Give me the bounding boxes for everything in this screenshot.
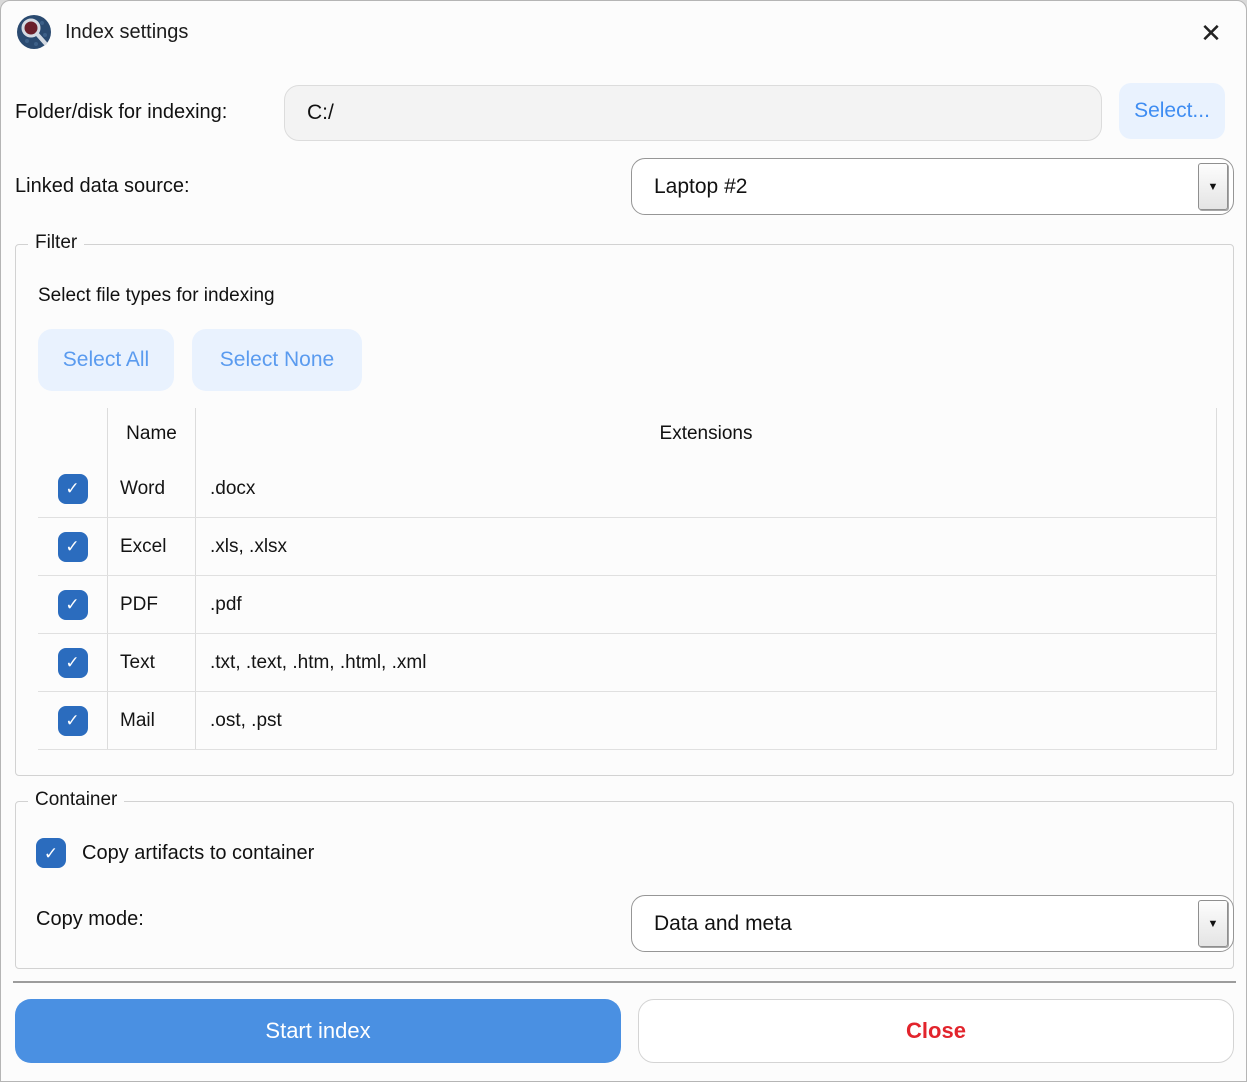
row-name: Mail [107,692,195,749]
row-name: Text [107,634,195,691]
window-title: Index settings [65,20,189,43]
checkbox-header-cell [38,408,107,460]
dropdown-arrow-icon[interactable]: ▼ [1198,163,1228,210]
row-name: Excel [107,518,195,575]
checkbox-cell: ✓ [38,576,107,633]
title-bar: Index settings ✕ [1,1,1246,63]
folder-path-value: C:/ [307,101,334,124]
checkbox-cell: ✓ [38,460,107,517]
word-checkbox[interactable]: ✓ [57,473,88,504]
table-row-excel: ✓ Excel .xls, .xlsx [38,518,1217,576]
copy-mode-selected-value: Data and meta [654,911,792,935]
select-none-button[interactable]: Select None [192,329,362,391]
checkbox-cell: ✓ [38,692,107,749]
arrow-glyph: ▼ [1207,180,1219,193]
row-extensions: .docx [195,460,1217,517]
row-name: PDF [107,576,195,633]
check-icon: ✓ [65,653,80,672]
copy-artifacts-label: Copy artifacts to container [82,841,315,864]
checkbox-cell: ✓ [38,634,107,691]
extensions-header: Extensions [195,408,1217,460]
mail-checkbox[interactable]: ✓ [57,705,88,736]
table-row-pdf: ✓ PDF .pdf [38,576,1217,634]
container-legend: Container [28,789,125,811]
check-icon: ✓ [65,479,80,498]
table-row-word: ✓ Word .docx [38,460,1217,518]
copy-mode-dropdown[interactable]: Data and meta ▼ [631,895,1234,952]
select-folder-button[interactable]: Select... [1119,83,1225,139]
window-close-button[interactable]: ✕ [1192,14,1230,52]
arrow-glyph: ▼ [1207,917,1219,930]
folder-path-input[interactable]: C:/ [284,85,1102,141]
copy-artifacts-row: ✓ Copy artifacts to container [36,838,314,868]
copy-artifacts-checkbox[interactable]: ✓ [36,838,66,868]
dropdown-arrow-icon[interactable]: ▼ [1198,900,1228,947]
select-all-button[interactable]: Select All [38,329,174,391]
excel-checkbox[interactable]: ✓ [57,531,88,562]
text-checkbox[interactable]: ✓ [57,647,88,678]
footer-separator [13,981,1236,983]
select-all-label: Select All [62,348,150,371]
table-row-text: ✓ Text .txt, .text, .htm, .html, .xml [38,634,1217,692]
check-icon: ✓ [65,711,80,730]
file-types-table: Name Extensions ✓ Word .docx ✓ Excel .xl… [38,408,1217,750]
table-row-mail: ✓ Mail .ost, .pst [38,692,1217,750]
row-extensions: .ost, .pst [195,692,1217,749]
app-search-globe-icon [17,15,51,49]
check-icon: ✓ [65,537,80,556]
row-extensions: .txt, .text, .htm, .html, .xml [195,634,1217,691]
check-icon: ✓ [65,595,80,614]
select-none-label: Select None [219,348,335,371]
table-header-row: Name Extensions [38,408,1217,460]
folder-label: Folder/disk for indexing: [15,101,228,123]
name-header: Name [107,408,195,460]
close-icon: ✕ [1200,17,1222,48]
row-name: Word [107,460,195,517]
row-extensions: .xls, .xlsx [195,518,1217,575]
start-index-button[interactable]: Start index [15,999,621,1063]
filter-legend: Filter [28,232,85,254]
checkbox-cell: ✓ [38,518,107,575]
row-extensions: .pdf [195,576,1217,633]
copy-mode-label: Copy mode: [36,908,144,930]
pdf-checkbox[interactable]: ✓ [57,589,88,620]
data-source-dropdown[interactable]: Laptop #2 ▼ [631,158,1234,215]
data-source-label: Linked data source: [15,175,190,197]
select-folder-button-label: Select... [1134,99,1210,122]
close-button-label: Close [906,1018,966,1043]
index-settings-dialog: Index settings ✕ Folder/disk for indexin… [0,0,1247,1082]
filter-groupbox: Filter Select file types for indexing Se… [15,232,1234,776]
check-icon: ✓ [43,843,59,863]
filter-subtitle: Select file types for indexing [38,285,275,306]
close-button[interactable]: Close [638,999,1234,1063]
data-source-selected-value: Laptop #2 [654,174,748,198]
start-index-label: Start index [265,1018,371,1043]
